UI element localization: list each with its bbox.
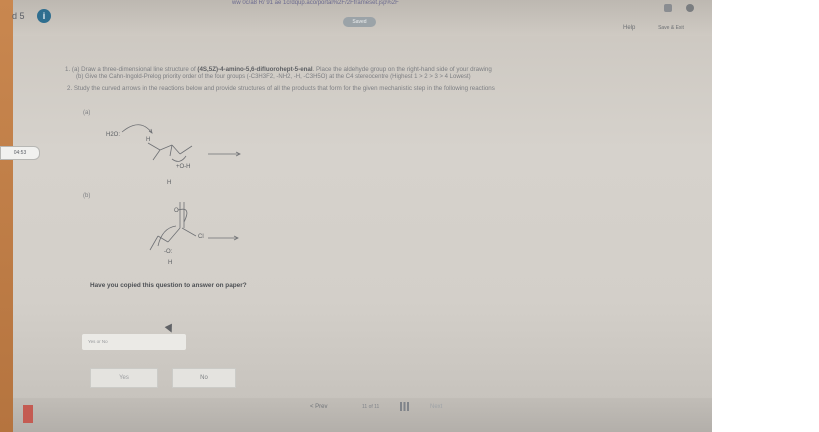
red-side-button[interactable] — [23, 405, 33, 423]
hydroxyl-label: +O-H — [176, 164, 191, 170]
no-button[interactable]: No — [172, 368, 236, 388]
water-label: H2O: — [106, 132, 120, 138]
yes-no-select[interactable]: Yes or No — [82, 334, 186, 350]
yes-button[interactable]: Yes — [90, 368, 158, 388]
grid-icon[interactable] — [400, 402, 409, 411]
alkoxide-o-label: -O: — [164, 249, 173, 255]
hydrogen-label-top: H — [146, 137, 150, 143]
carbonyl-o-label: O — [174, 208, 179, 214]
hydrogen-label-bottom: H — [167, 180, 171, 186]
chlorine-label: Cl — [198, 234, 204, 240]
hydrogen-label-alkoxide: H — [168, 260, 172, 266]
prev-button[interactable]: < Prev — [310, 401, 338, 413]
photo-screen: ww 0c/a8 R/ 91 ae 1crdqup.aco/portal%2F/… — [0, 0, 712, 432]
next-button[interactable]: Next — [430, 401, 442, 413]
curved-arrow-a1 — [121, 124, 153, 134]
question-counter: 11 of 11 — [362, 404, 380, 410]
